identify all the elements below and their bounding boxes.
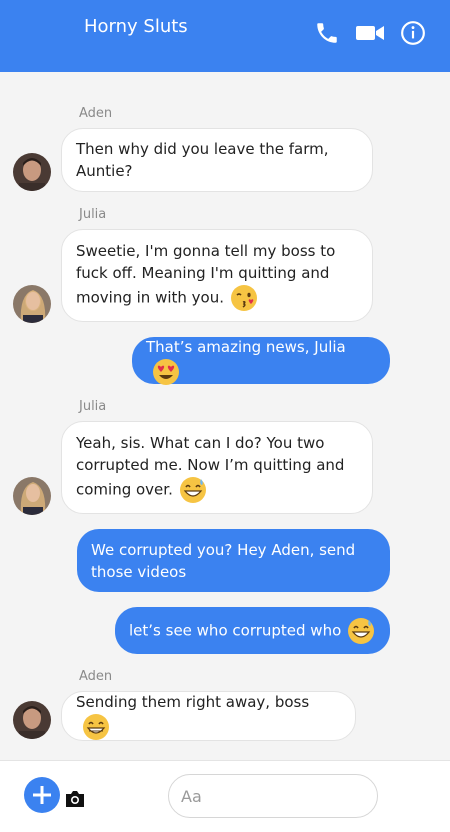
message-bubble[interactable]: Yeah, sis. What can I do? You two corrup… bbox=[61, 421, 373, 514]
message-bubble[interactable]: Sweetie, I'm gonna tell my boss to fuck … bbox=[61, 229, 373, 322]
avatar[interactable] bbox=[13, 153, 51, 191]
message-text: That’s amazing news, Julia bbox=[146, 337, 346, 356]
message-text: let’s see who corrupted who bbox=[129, 621, 342, 639]
message-text: Sending them right away, boss bbox=[76, 693, 310, 711]
message-list[interactable]: Aden Then why did you leave the farm, Au… bbox=[0, 72, 450, 760]
sender-name: Julia bbox=[79, 207, 107, 222]
message-input[interactable] bbox=[168, 774, 378, 818]
message-text-wrap: Sweetie, I'm gonna tell my boss to fuck … bbox=[76, 240, 358, 312]
composer-bar bbox=[0, 760, 450, 832]
chat-header: Horny Sluts bbox=[0, 0, 450, 72]
message-text: Yeah, sis. What can I do? You two corrup… bbox=[76, 433, 345, 499]
avatar[interactable] bbox=[13, 285, 51, 323]
conversation-title: Horny Sluts bbox=[84, 16, 188, 37]
message-bubble-outgoing[interactable]: let’s see who corrupted who bbox=[115, 607, 390, 654]
grin-emoji-icon bbox=[82, 713, 110, 741]
sender-name: Julia bbox=[79, 399, 107, 414]
heart-eyes-emoji-icon bbox=[152, 358, 180, 386]
message-bubble[interactable]: Then why did you leave the farm, Auntie? bbox=[61, 128, 373, 192]
avatar[interactable] bbox=[13, 701, 51, 739]
message-bubble[interactable]: Sending them right away, boss bbox=[61, 691, 356, 741]
sender-name: Aden bbox=[79, 669, 113, 684]
message-text-wrap: Sending them right away, boss bbox=[76, 691, 341, 741]
message-text-wrap: Yeah, sis. What can I do? You two corrup… bbox=[76, 432, 358, 504]
message-text: Sweetie, I'm gonna tell my boss to fuck … bbox=[76, 241, 336, 307]
plus-icon[interactable] bbox=[24, 777, 60, 813]
phone-icon[interactable] bbox=[314, 20, 340, 46]
grin-sweat-emoji-icon bbox=[347, 617, 375, 645]
message-text: We corrupted you? Hey Aden, send those v… bbox=[91, 540, 356, 581]
message-text-wrap: let’s see who corrupted who bbox=[129, 617, 375, 645]
video-icon[interactable] bbox=[355, 20, 385, 46]
sender-name: Aden bbox=[79, 106, 113, 121]
message-text: Then why did you leave the farm, Auntie? bbox=[76, 140, 329, 180]
grin-sweat-emoji-icon bbox=[179, 476, 207, 504]
message-text-wrap: That’s amazing news, Julia bbox=[146, 336, 376, 386]
message-bubble-outgoing[interactable]: We corrupted you? Hey Aden, send those v… bbox=[77, 529, 390, 592]
message-bubble-outgoing[interactable]: That’s amazing news, Julia bbox=[132, 336, 390, 386]
avatar[interactable] bbox=[13, 477, 51, 515]
kissing-wink-emoji-icon bbox=[230, 284, 258, 312]
camera-icon[interactable] bbox=[64, 789, 86, 809]
info-icon[interactable] bbox=[400, 20, 426, 46]
